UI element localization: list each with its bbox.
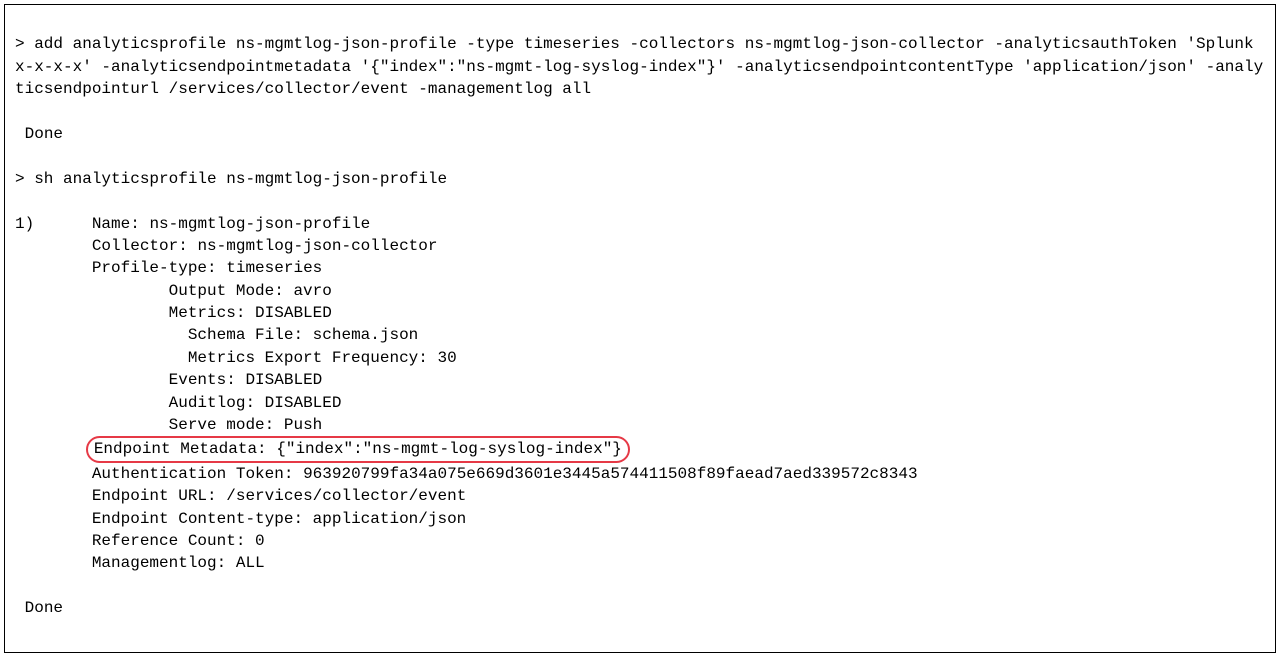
- command-2-text: sh analyticsprofile ns-mgmtlog-json-prof…: [34, 170, 447, 188]
- endpointct-label: Endpoint Content-type:: [92, 510, 303, 528]
- endpointmeta-label: Endpoint Metadata:: [94, 440, 267, 458]
- auditlog-label: Auditlog:: [169, 394, 255, 412]
- endpoint-metadata-highlight: Endpoint Metadata: {"index":"ns-mgmt-log…: [86, 436, 630, 462]
- refcount-value: 0: [255, 532, 265, 550]
- authtoken-value: 963920799fa34a075e669d3601e3445a57441150…: [303, 465, 918, 483]
- command-1-text: add analyticsprofile ns-mgmtlog-json-pro…: [15, 35, 1263, 98]
- prompt-char: >: [15, 35, 34, 53]
- prompt-char: >: [15, 170, 34, 188]
- mgmtlog-label: Managementlog:: [92, 554, 226, 572]
- name-value: ns-mgmtlog-json-profile: [149, 215, 370, 233]
- outputmode-label: Output Mode:: [169, 282, 284, 300]
- events-value: DISABLED: [245, 371, 322, 389]
- command-line-2: > sh analyticsprofile ns-mgmtlog-json-pr…: [15, 168, 1265, 190]
- servemode-label: Serve mode:: [169, 416, 275, 434]
- metrics-label: Metrics:: [169, 304, 246, 322]
- outputmode-value: avro: [293, 282, 331, 300]
- command-line-1: > add analyticsprofile ns-mgmtlog-json-p…: [15, 33, 1265, 100]
- events-label: Events:: [169, 371, 236, 389]
- done-line: Done: [15, 597, 1265, 619]
- metricsfreq-label: Metrics Export Frequency:: [188, 349, 428, 367]
- schemafile-label: Schema File:: [188, 326, 303, 344]
- endpointct-value: application/json: [313, 510, 467, 528]
- endpointmeta-value: {"index":"ns-mgmt-log-syslog-index"}: [276, 440, 622, 458]
- refcount-label: Reference Count:: [92, 532, 246, 550]
- authtoken-label: Authentication Token:: [92, 465, 294, 483]
- schemafile-value: schema.json: [313, 326, 419, 344]
- terminal-window[interactable]: > add analyticsprofile ns-mgmtlog-json-p…: [4, 4, 1276, 653]
- name-label: Name:: [92, 215, 140, 233]
- servemode-value: Push: [284, 416, 322, 434]
- metrics-value: DISABLED: [255, 304, 332, 322]
- endpointurl-value: /services/collector/event: [226, 487, 466, 505]
- metricsfreq-value: 30: [437, 349, 456, 367]
- profiletype-label: Profile-type:: [92, 259, 217, 277]
- auditlog-value: DISABLED: [265, 394, 342, 412]
- collector-value: ns-mgmtlog-json-collector: [197, 237, 437, 255]
- command-1-result: Done: [15, 123, 1265, 145]
- collector-label: Collector:: [92, 237, 188, 255]
- profiletype-value: timeseries: [226, 259, 322, 277]
- mgmtlog-value: ALL: [236, 554, 265, 572]
- endpointurl-label: Endpoint URL:: [92, 487, 217, 505]
- profile-output: 1) Name: ns-mgmtlog-json-profile Collect…: [15, 213, 1265, 575]
- output-index: 1): [15, 215, 34, 233]
